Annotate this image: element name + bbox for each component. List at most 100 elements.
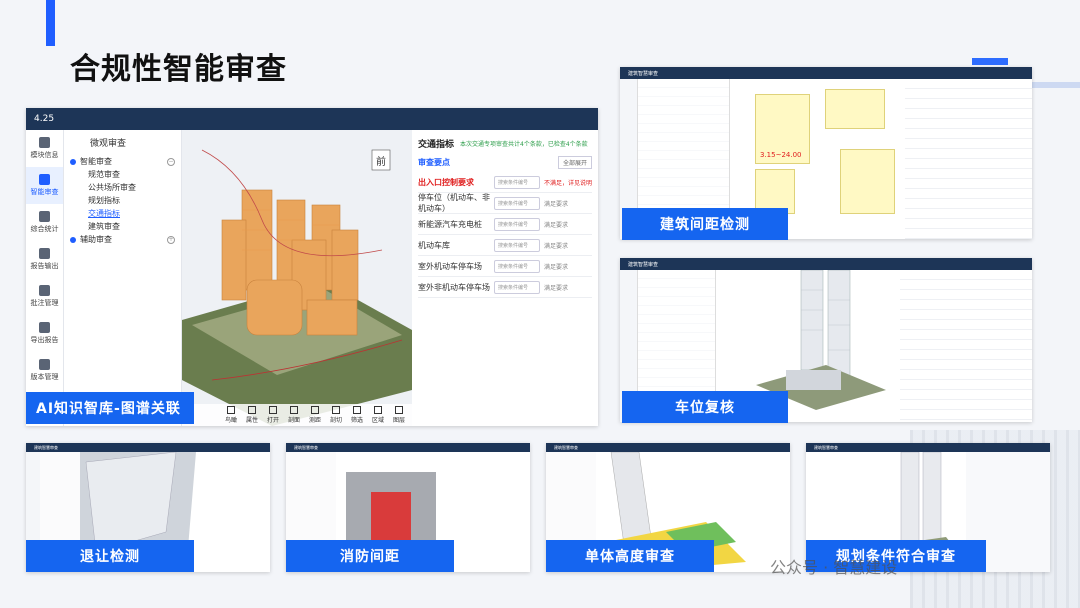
tree-group-aux[interactable]: 辅助审查 + xyxy=(70,233,175,246)
toolbar-label: 测距 xyxy=(308,417,321,424)
toolbar-label: 筛选 xyxy=(350,417,363,424)
nav-item[interactable]: 导出报告 xyxy=(26,315,63,352)
thumb-topbar: 建筑智慧审查 xyxy=(546,443,790,452)
main-app-window: 4.25 模块信息智能审查综合统计报告输出批注管理导出报告版本管理 微观审查 智… xyxy=(26,108,598,426)
clause-search-input[interactable]: 搜索条件编号 xyxy=(494,238,540,252)
check-row-label: 室外机动车停车场 xyxy=(418,261,482,271)
app-topbar: 4.25 xyxy=(26,108,598,130)
tool-icon xyxy=(311,406,319,414)
check-row[interactable]: 室外机动车停车场 搜索条件编号 满足要求 xyxy=(418,256,592,277)
clause-search-input[interactable]: 搜索条件编号 xyxy=(494,175,540,189)
tree-item-label: 规划指标 xyxy=(88,196,120,205)
toolbar-label: 剖切 xyxy=(329,417,342,424)
thumb-topbar: 建筑智慧审查 xyxy=(620,258,1032,270)
group-dot-icon xyxy=(70,158,76,165)
tree-item[interactable]: 建筑审查 xyxy=(70,220,175,233)
tool-icon xyxy=(227,406,235,414)
decor-bar xyxy=(972,58,1008,65)
expand-all-button[interactable]: 全部展开 xyxy=(557,155,592,169)
check-panel: 交通指标 本次交通专项审查共计4个条款，已检查4个条款 审查要点 全部展开 出入… xyxy=(412,130,598,426)
toolbar-button[interactable]: 测距 xyxy=(306,406,324,424)
tree-group-label: 辅助审查 xyxy=(80,235,112,244)
toolbar-button[interactable]: 图层 xyxy=(390,406,408,424)
nav-item-label: 智能审查 xyxy=(30,188,59,196)
spacing-measure-label: 3.15~24.00 xyxy=(760,151,802,159)
tree-item-label: 交通指标 xyxy=(88,209,120,218)
caption-setback: 退让检测 xyxy=(26,540,194,572)
caption-fire: 消防间距 xyxy=(286,540,454,572)
check-row[interactable]: 新能源汽车充电桩 搜索条件编号 满足要求 xyxy=(418,214,592,235)
check-status: 满足要求 xyxy=(544,284,569,292)
nav-module-icon xyxy=(39,248,50,259)
clause-search-input[interactable]: 搜索条件编号 xyxy=(494,217,540,231)
toolbar-button[interactable]: 剖面 xyxy=(285,406,303,424)
toolbar-label: 鸟瞰 xyxy=(224,417,237,424)
nav-item[interactable]: 综合统计 xyxy=(26,204,63,241)
tree-item[interactable]: 规范审查 xyxy=(70,168,175,181)
nav-module-icon xyxy=(39,211,50,222)
check-row-label: 新能源汽车充电桩 xyxy=(418,219,482,229)
tree-item[interactable]: 规划指标 xyxy=(70,194,175,207)
toolbar-button[interactable]: 剖切 xyxy=(327,406,345,424)
tree-group-smart[interactable]: 智能审查 − xyxy=(70,155,175,168)
check-status: 满足要求 xyxy=(544,200,569,208)
nav-item-label: 模块信息 xyxy=(30,151,59,159)
check-status: 满足要求 xyxy=(544,242,569,250)
thumb-topbar: 建筑智慧审查 xyxy=(620,67,1032,79)
caption-knowledge-graph: AI知识智库-图谱关联 xyxy=(26,392,194,424)
check-row-label: 室外非机动车停车场 xyxy=(418,282,490,292)
check-row-label: 机动车库 xyxy=(418,240,450,250)
check-row[interactable]: 出入口控制要求 搜索条件编号 不满足，详见说明 xyxy=(418,172,592,193)
check-status: 不满足，详见说明 xyxy=(544,179,593,187)
toolbar-label: 属性 xyxy=(245,417,258,424)
nav-item[interactable]: 批注管理 xyxy=(26,278,63,315)
nav-item[interactable]: 报告输出 xyxy=(26,241,63,278)
review-tree: 微观审查 智能审查 − 规范审查 公共场所审查 规划指标 交通指标 建筑审查 辅助… xyxy=(64,130,182,426)
check-row[interactable]: 停车位（机动车、非机动车） 搜索条件编号 满足要求 xyxy=(418,193,592,214)
toolbar-button[interactable]: 筛选 xyxy=(348,406,366,424)
nav-item[interactable]: 模块信息 xyxy=(26,130,63,167)
check-row[interactable]: 机动车库 搜索条件编号 满足要求 xyxy=(418,235,592,256)
building-model-render: 前 xyxy=(182,149,412,426)
nav-item-label: 批注管理 xyxy=(30,299,59,307)
thumb-topbar: 建筑智慧审查 xyxy=(26,443,270,452)
toolbar-button[interactable]: 打开 xyxy=(264,406,282,424)
nav-item-label: 导出报告 xyxy=(30,336,59,344)
nav-item[interactable]: 智能审查 xyxy=(26,167,63,204)
title-accent-bar xyxy=(46,0,55,46)
collapse-icon[interactable]: − xyxy=(167,157,175,166)
nav-item-label: 版本管理 xyxy=(30,373,59,381)
nav-item-label: 综合统计 xyxy=(30,225,59,233)
clause-search-input[interactable]: 搜索条件编号 xyxy=(494,280,540,294)
toolbar-label: 剖面 xyxy=(287,417,300,424)
check-row-label: 停车位（机动车、非机动车） xyxy=(418,193,490,213)
tree-item[interactable]: 公共场所审查 xyxy=(70,181,175,194)
toolbar-button[interactable]: 鸟瞰 xyxy=(222,406,240,424)
check-tab[interactable]: 交通指标 xyxy=(418,137,454,150)
caption-spacing: 建筑间距检测 xyxy=(622,208,788,240)
nav-module-icon xyxy=(39,322,50,333)
check-status: 满足要求 xyxy=(544,221,569,229)
expand-icon[interactable]: + xyxy=(167,235,175,244)
tool-icon xyxy=(269,406,277,414)
thumb-topbar: 建筑智慧审查 xyxy=(286,443,530,452)
clause-search-input[interactable]: 搜索条件编号 xyxy=(494,196,540,210)
check-points-header: 审查要点 xyxy=(418,157,450,167)
nav-item[interactable]: 版本管理 xyxy=(26,352,63,389)
nav-module-icon xyxy=(39,137,50,148)
check-summary: 本次交通专项审查共计4个条款，已检查4个条款 xyxy=(460,140,588,148)
toolbar-label: 图层 xyxy=(392,417,405,424)
watermark: 公众号 · 智慧建设 xyxy=(770,558,898,577)
tree-group-label: 智能审查 xyxy=(80,157,112,166)
nav-module-icon xyxy=(39,359,50,370)
model-3d-viewport[interactable]: 前 鸟瞰 属性 打开 剖面 测距 剖切 筛选 区域 图层 xyxy=(182,130,412,426)
check-row[interactable]: 室外非机动车停车场 搜索条件编号 满足要求 xyxy=(418,277,592,298)
clause-search-input[interactable]: 搜索条件编号 xyxy=(494,259,540,273)
nav-item-label: 报告输出 xyxy=(30,262,59,270)
tool-icon xyxy=(332,406,340,414)
tool-icon xyxy=(248,406,256,414)
tree-header: 微观审查 xyxy=(90,139,127,149)
toolbar-button[interactable]: 区域 xyxy=(369,406,387,424)
toolbar-button[interactable]: 属性 xyxy=(243,406,261,424)
tree-item-active[interactable]: 交通指标 xyxy=(70,207,175,220)
